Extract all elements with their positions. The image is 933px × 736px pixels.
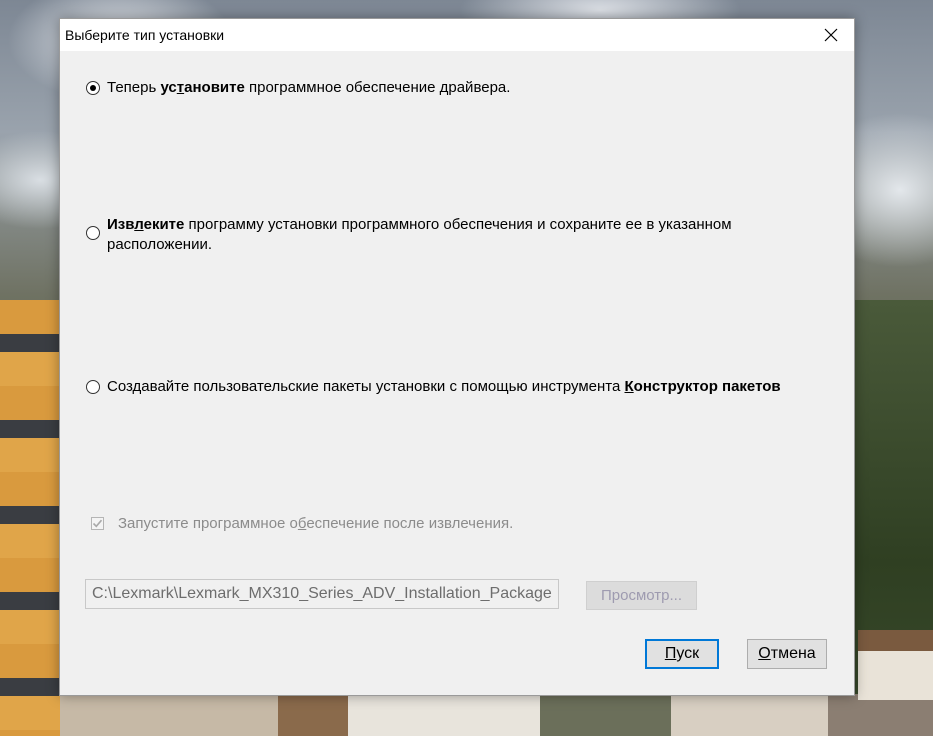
extract-path-field: C:\Lexmark\Lexmark_MX310_Series_ADV_Inst… <box>85 579 559 609</box>
option-extract[interactable]: Извлеките программу установки программно… <box>86 215 797 255</box>
run-after-label-a: Запустите программное о <box>118 515 298 532</box>
option-install-bold-a: ус <box>160 79 177 96</box>
wallpaper-tower <box>858 630 933 700</box>
option-package-builder-text-pre: Создавайте пользовательские пакеты устан… <box>107 378 625 395</box>
install-type-dialog: Выберите тип установки Теперь установите… <box>59 18 855 696</box>
start-label: уск <box>676 645 700 662</box>
checkmark-icon <box>92 519 103 528</box>
run-after-extract-row: Запустите программное обеспечение после … <box>91 515 513 532</box>
start-mnemonic: П <box>664 645 677 662</box>
option-package-builder-clip: Создавайте пользовательские пакеты устан… <box>100 377 827 397</box>
option-extract-mnemonic: л <box>134 216 144 233</box>
option-extract-bold-b: еките <box>143 216 185 233</box>
title-bar[interactable]: Выберите тип установки <box>60 19 854 51</box>
radio-extract[interactable] <box>86 226 100 240</box>
run-after-label-b: еспечение после извлечения. <box>306 515 514 532</box>
start-button[interactable]: Пуск <box>645 639 719 669</box>
option-package-builder-mnemonic: К <box>624 378 634 395</box>
option-package-builder-label: Создавайте пользовательские пакеты устан… <box>107 378 781 395</box>
option-extract-label: Извлеките программу установки программно… <box>107 215 797 255</box>
option-install-label: Теперь установите программное обеспечени… <box>107 78 510 98</box>
option-package-builder-bold: онструктор пакетов <box>633 378 781 395</box>
close-icon <box>824 28 838 42</box>
run-after-extract-label: Запустите программное обеспечение после … <box>118 515 513 532</box>
run-after-extract-checkbox <box>91 517 104 530</box>
radio-install[interactable] <box>86 81 100 95</box>
option-extract-text-post: программу установки программного обеспеч… <box>107 216 732 253</box>
wallpaper-buildings-bottom <box>60 694 933 736</box>
window-title: Выберите тип установки <box>65 27 225 43</box>
wallpaper-building-left <box>0 300 60 736</box>
browse-button: Просмотр... <box>586 581 697 610</box>
cancel-label: тмена <box>770 645 816 662</box>
option-extract-bold-a: Изв <box>107 216 135 233</box>
option-install-text-pre: Теперь <box>107 79 161 96</box>
option-install-text-post: программное обеспечение драйвера. <box>244 79 511 96</box>
radio-package-builder[interactable] <box>86 380 100 394</box>
option-install-bold-b: ановите <box>184 79 245 96</box>
option-install[interactable]: Теперь установите программное обеспечени… <box>86 78 510 98</box>
close-button[interactable] <box>808 19 854 51</box>
option-package-builder[interactable]: Создавайте пользовательские пакеты устан… <box>86 377 827 397</box>
cancel-mnemonic: О <box>758 645 771 662</box>
cancel-button[interactable]: Отмена <box>747 639 827 669</box>
